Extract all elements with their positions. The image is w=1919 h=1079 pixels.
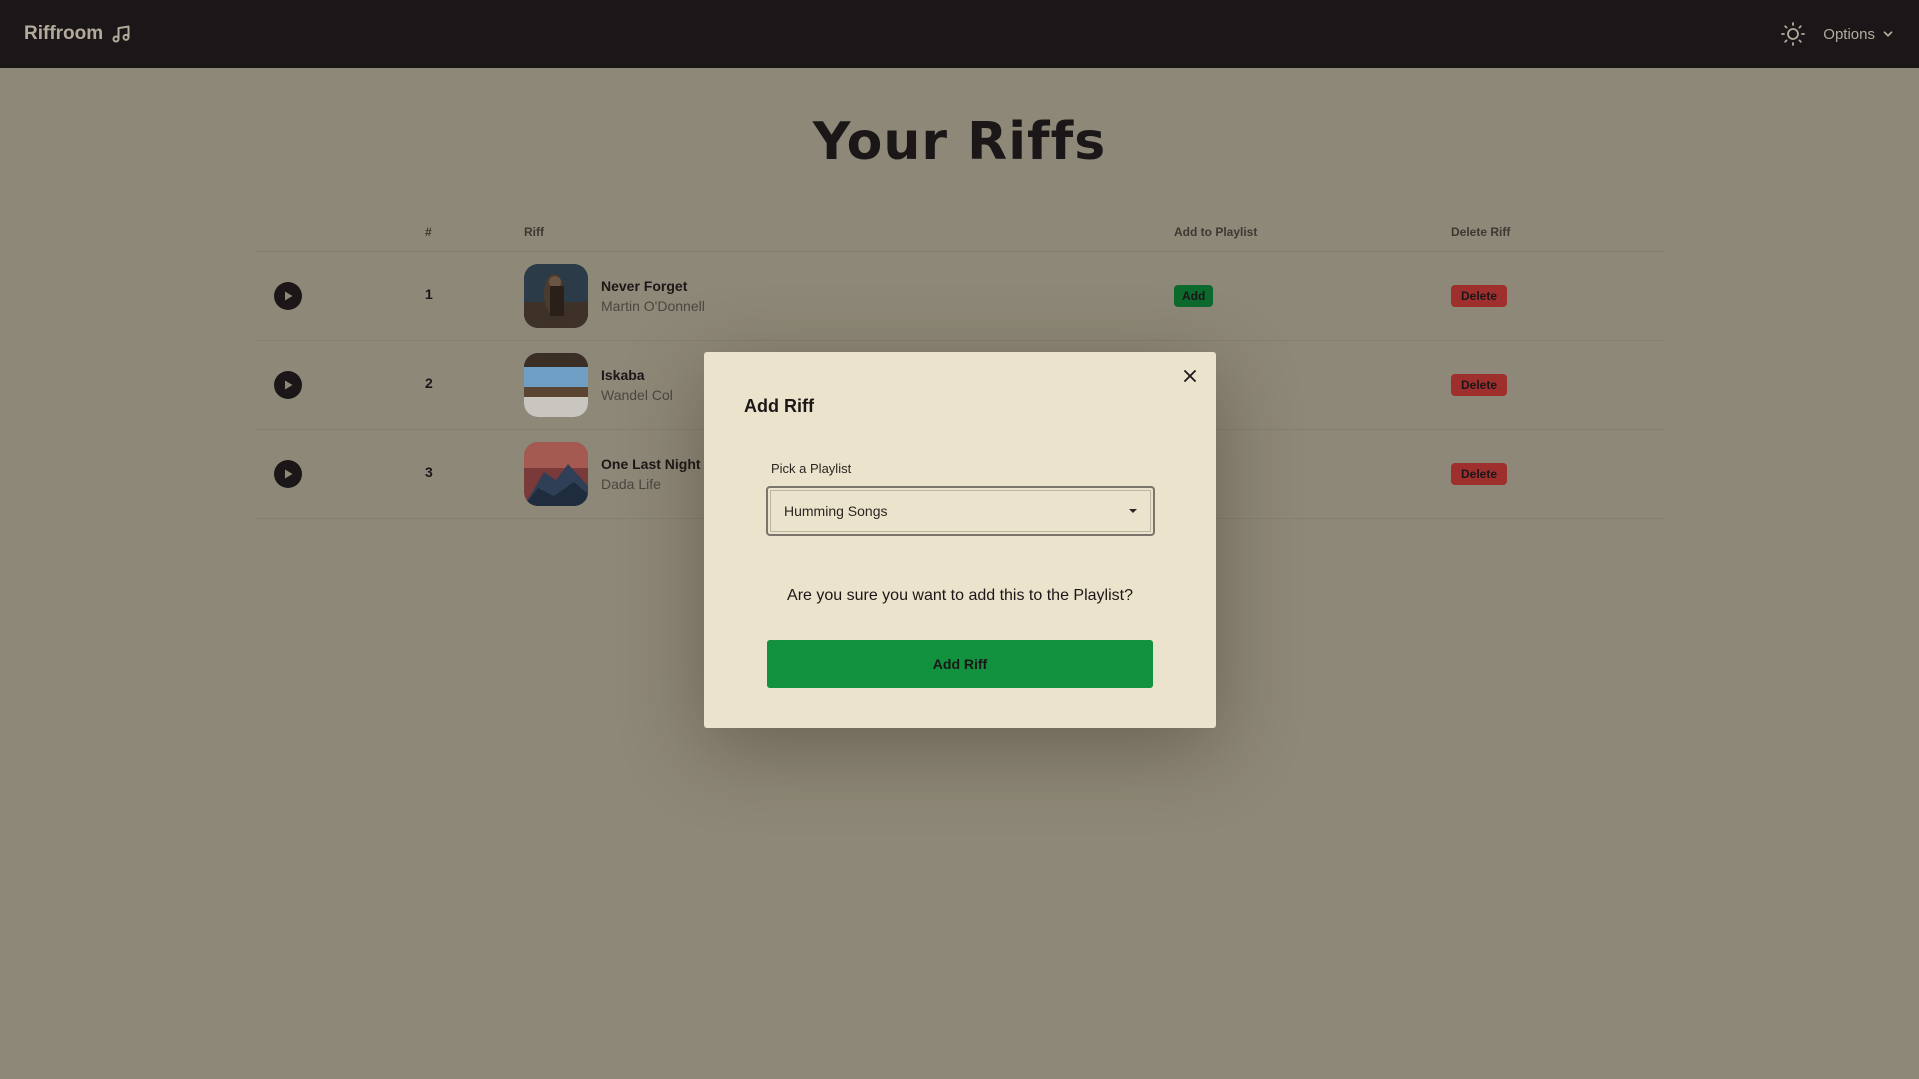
caret-down-icon: [1129, 509, 1137, 513]
riff-info: Iskaba Wandel Col: [524, 353, 673, 417]
add-riff-submit-button[interactable]: Add Riff: [767, 640, 1153, 688]
options-label: Options: [1823, 25, 1875, 43]
header-add-to-playlist: Add to Playlist: [1174, 225, 1258, 239]
top-navbar: Riffroom Options: [0, 0, 1919, 68]
music-note-icon: [112, 25, 130, 43]
header-delete-riff: Delete Riff: [1451, 225, 1511, 239]
riff-artist: Dada Life: [601, 476, 661, 492]
play-button[interactable]: [274, 460, 302, 488]
row-number: 2: [425, 375, 433, 391]
confirm-message: Are you sure you want to add this to the…: [787, 587, 1133, 604]
page-title: Your Riffs: [812, 112, 1107, 172]
sun-icon[interactable]: [1781, 22, 1806, 46]
play-icon: [285, 380, 293, 390]
options-dropdown[interactable]: Options: [1823, 26, 1895, 43]
play-icon: [285, 291, 293, 301]
add-to-playlist-button[interactable]: Add: [1174, 285, 1214, 307]
modal-title: Add Riff: [744, 396, 814, 416]
header-num: #: [425, 225, 432, 239]
riff-info: One Last Night Dada Life: [524, 442, 701, 506]
playlist-selected-value: Humming Songs: [784, 503, 888, 519]
play-button[interactable]: [274, 371, 302, 399]
delete-riff-button[interactable]: Delete: [1451, 285, 1508, 307]
riff-title: Never Forget: [601, 278, 688, 294]
nav-right: Options: [1781, 22, 1895, 46]
play-icon: [285, 469, 293, 479]
riff-artist: Wandel Col: [601, 387, 673, 403]
riff-title: One Last Night: [601, 456, 701, 472]
close-icon: [1184, 370, 1196, 382]
riff-info: Never Forget Martin O'Donnell: [524, 264, 705, 328]
playlist-select-label: Pick a Playlist: [771, 461, 852, 476]
album-cover: [524, 353, 588, 417]
brand-name: Riffroom: [24, 23, 104, 44]
close-button[interactable]: [1180, 366, 1200, 386]
play-button[interactable]: [274, 282, 302, 310]
header-riff: Riff: [524, 225, 544, 239]
brand[interactable]: Riffroom: [24, 23, 131, 45]
table-row: 1 Never Forget Martin O'Donnell Add Dele…: [255, 252, 1665, 341]
album-cover: [524, 442, 588, 506]
table-header: # Riff Add to Playlist Delete Riff: [255, 216, 1665, 252]
album-cover: [524, 264, 588, 328]
delete-riff-button[interactable]: Delete: [1451, 463, 1508, 485]
row-number: 3: [425, 464, 433, 480]
playlist-select[interactable]: Humming Songs: [766, 486, 1155, 536]
riff-artist: Martin O'Donnell: [601, 298, 705, 314]
chevron-down-icon: [1883, 31, 1893, 37]
add-riff-modal: Add Riff Pick a Playlist Humming Songs A…: [704, 352, 1216, 728]
row-number: 1: [425, 286, 433, 302]
riff-title: Iskaba: [601, 367, 645, 383]
delete-riff-button[interactable]: Delete: [1451, 374, 1508, 396]
